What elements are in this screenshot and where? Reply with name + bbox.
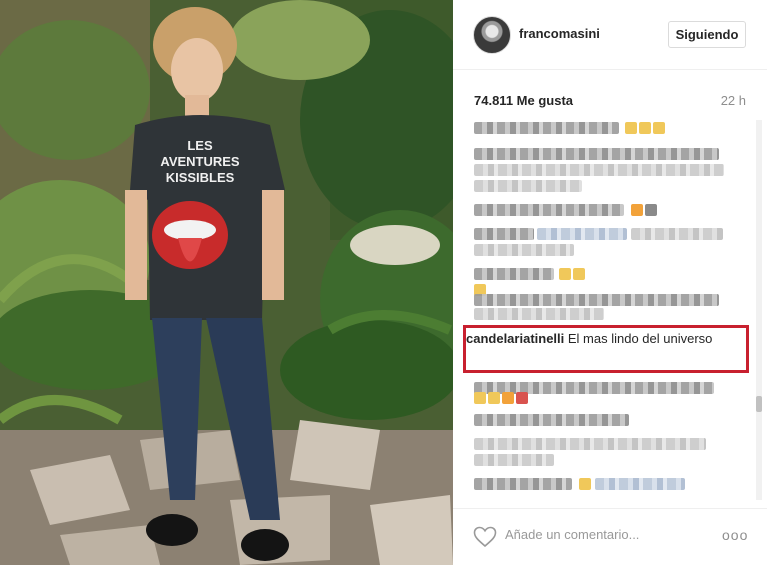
username[interactable]: francomasini [519,26,600,41]
post-details-panel: francomasini Siguiendo 74.811 Me gusta 2… [453,0,767,565]
post-time: 22 h [720,93,746,108]
heart-icon[interactable] [473,526,497,548]
comments-scrollbar[interactable] [756,120,762,500]
blurred-emoji [474,392,486,404]
blurred-comment [595,478,685,490]
post-stats: 74.811 Me gusta 22 h [474,93,746,111]
comments-list: candelariatinelli El mas lindo del unive… [453,112,767,502]
scrollbar-thumb[interactable] [756,396,762,412]
blurred-emoji [645,204,657,216]
shirt-text-3: KISSIBLES [166,170,235,185]
blurred-comment [474,204,624,216]
blurred-comment [474,164,724,176]
blurred-comment [474,454,554,466]
blurred-emoji [639,122,651,134]
blurred-comment [537,228,627,240]
following-button[interactable]: Siguiendo [668,21,746,48]
blurred-emoji [516,392,528,404]
shirt-text-1: LES [187,138,213,153]
blurred-emoji [573,268,585,280]
post-photo[interactable]: LES AVENTURES KISSIBLES [0,0,453,565]
blurred-comment [474,122,619,134]
shirt-text-2: AVENTURES [160,154,240,169]
blurred-emoji [653,122,665,134]
avatar[interactable] [473,16,511,54]
blurred-emoji [488,392,500,404]
blurred-comment [474,180,582,192]
post-header: francomasini Siguiendo [453,0,767,70]
blurred-comment [474,294,719,306]
blurred-comment [474,148,719,160]
blurred-emoji [579,478,591,490]
comment-text: El mas lindo del universo [567,331,713,346]
likes-count[interactable]: 74.811 Me gusta [474,93,573,108]
blurred-emoji [631,204,643,216]
blurred-comment [474,244,574,256]
blurred-comment [474,438,706,450]
blurred-comment [474,478,572,490]
blurred-comment [631,228,723,240]
add-comment-input[interactable]: Añade un comentario... [505,527,639,542]
post-footer: Añade un comentario... ooo [453,508,767,565]
blurred-comment [474,228,534,240]
blurred-comment [474,414,629,426]
more-options-icon[interactable]: ooo [722,527,748,543]
highlighted-comment: candelariatinelli El mas lindo del unive… [466,330,736,347]
blurred-emoji [625,122,637,134]
comment-author[interactable]: candelariatinelli [466,331,564,346]
blurred-comment [474,268,554,280]
post-photo-illustration: LES AVENTURES KISSIBLES [0,0,453,565]
blurred-emoji [559,268,571,280]
blurred-comment [474,308,604,320]
blurred-emoji [502,392,514,404]
